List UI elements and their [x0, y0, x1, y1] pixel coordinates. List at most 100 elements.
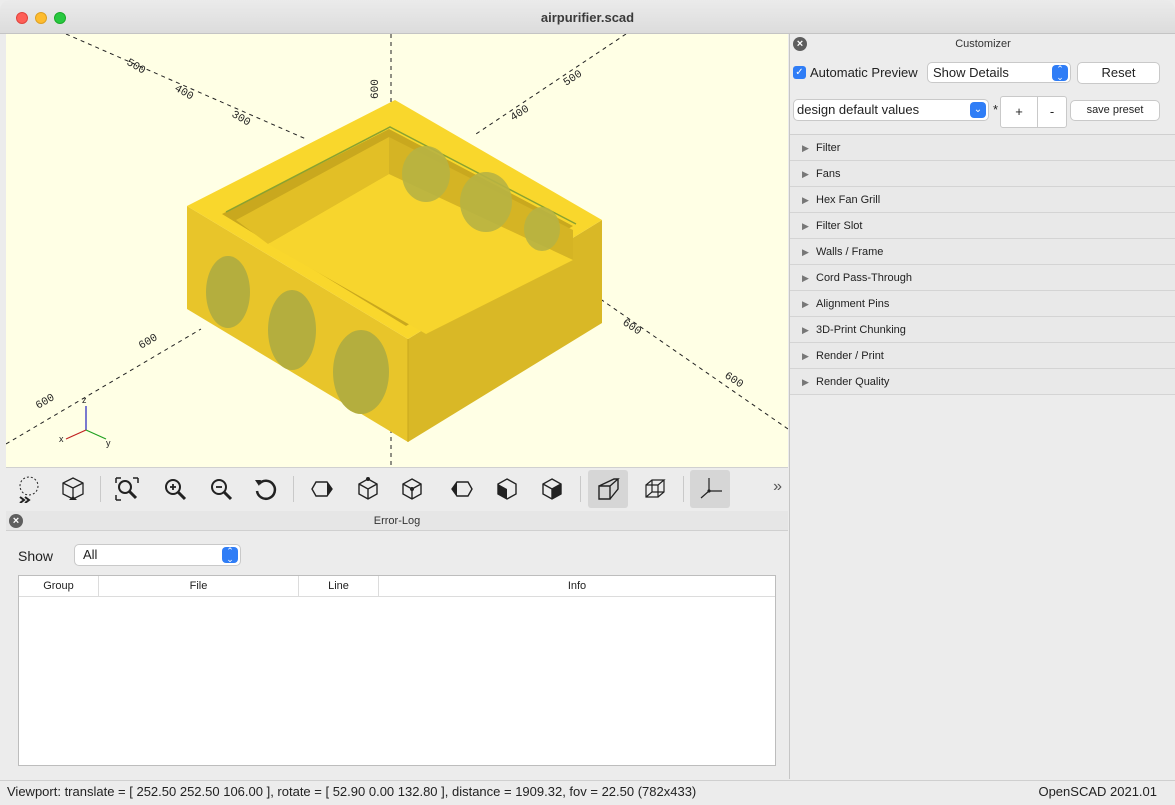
view-bottom-button[interactable] [392, 470, 432, 508]
preview-icon [19, 476, 39, 503]
preset-modified-marker: * [993, 102, 999, 117]
chevron-down-icon: ⌄ [970, 102, 986, 118]
axis-gizmo: z x y [59, 395, 111, 448]
group-label: Render Quality [816, 376, 890, 388]
3d-viewport[interactable]: 600 500 400 300 500 400 600 600 600 600 [6, 34, 788, 467]
orthogonal-button[interactable] [635, 470, 675, 508]
tick-label-y-400: 400 [509, 103, 532, 124]
disclosure-triangle-icon: ▶ [802, 247, 809, 257]
preset-select-value: design default values [797, 102, 920, 117]
gizmo-x-label: x [59, 434, 64, 444]
details-select-value: Show Details [933, 65, 1009, 80]
preset-select[interactable]: design default values ⌄ [793, 99, 989, 121]
orthogonal-icon [645, 479, 666, 498]
window-title: airpurifier.scad [540, 10, 635, 25]
zoom-in-icon [165, 479, 187, 501]
app-window: airpurifier.scad 600 500 400 300 500 400 [0, 0, 1175, 805]
disclosure-triangle-icon: ▶ [802, 143, 809, 153]
zoom-out-icon [211, 479, 233, 501]
view-bottom-icon [402, 478, 422, 500]
air-purifier-model [187, 100, 602, 442]
view-back-button[interactable] [532, 470, 572, 508]
column-header-file[interactable]: File [99, 576, 299, 597]
group-filter[interactable]: ▶ Filter [790, 135, 1175, 161]
render-button[interactable] [53, 470, 93, 508]
tick-label-x-300: 300 [229, 109, 252, 129]
column-header-group[interactable]: Group [19, 576, 99, 597]
tick-label-x-600b: 600 [137, 332, 160, 352]
error-table-header: Group File Line Info [19, 576, 775, 597]
tick-label-y-600b: 600 [722, 370, 745, 391]
save-preset-button[interactable]: save preset [1070, 100, 1160, 121]
select-arrows-icon: ⌃ ⌄ [1052, 65, 1068, 82]
select-arrows-icon: ⌃ ⌄ [222, 547, 238, 564]
title-bar: airpurifier.scad [0, 0, 1175, 34]
tick-label-z-500: 600 [370, 79, 382, 99]
error-log-panel: × Error-Log Show All ⌃ ⌄ Group File Line … [6, 511, 788, 778]
group-alignment-pins[interactable]: ▶ Alignment Pins [790, 291, 1175, 317]
gizmo-z-label: z [82, 395, 87, 405]
view-right-icon [311, 481, 333, 497]
details-select[interactable]: Show Details ⌃ ⌄ [927, 62, 1071, 83]
preview-button[interactable] [9, 470, 49, 508]
status-bar: Viewport: translate = [ 252.50 252.50 10… [0, 780, 1175, 805]
group-label: Fans [816, 168, 841, 180]
view-top-button[interactable] [348, 470, 388, 508]
disclosure-triangle-icon: ▶ [802, 299, 809, 309]
reset-button[interactable]: Reset [1077, 62, 1160, 84]
view-front-icon [497, 478, 517, 500]
view-left-icon [451, 481, 473, 497]
customizer-title-text: Customizer [955, 38, 1011, 50]
reset-view-icon [255, 479, 277, 500]
tick-label-x-500: 500 [124, 57, 147, 77]
tick-label-x-400: 400 [172, 83, 195, 103]
view-toolbar: » [6, 467, 788, 509]
group-render-quality[interactable]: ▶ Render Quality [790, 369, 1175, 395]
show-filter-value: All [83, 547, 98, 562]
group-cord-pass-through[interactable]: ▶ Cord Pass-Through [790, 265, 1175, 291]
remove-preset-button[interactable]: - [1037, 96, 1067, 128]
customizer-panel: × Customizer ✓ Automatic Preview Show De… [789, 34, 1175, 779]
zoom-in-button[interactable] [155, 470, 195, 508]
group-filter-slot[interactable]: ▶ Filter Slot [790, 213, 1175, 239]
group-label: Hex Fan Grill [816, 194, 881, 206]
group-label: Filter Slot [816, 220, 863, 232]
reset-view-button[interactable] [246, 470, 286, 508]
close-icon[interactable]: × [793, 37, 807, 51]
group-label: Cord Pass-Through [816, 272, 912, 284]
view-right-button[interactable] [302, 470, 342, 508]
perspective-button[interactable] [588, 470, 628, 508]
error-table[interactable]: Group File Line Info [18, 575, 776, 766]
view-back-icon [542, 478, 562, 500]
render-icon [62, 477, 84, 500]
zoom-out-button[interactable] [201, 470, 241, 508]
column-header-line[interactable]: Line [299, 576, 379, 597]
automatic-preview-label[interactable]: Automatic Preview [810, 65, 918, 80]
tick-label-y-500: 500 [562, 68, 585, 89]
customizer-title: × Customizer [790, 34, 1175, 54]
group-label: Walls / Frame [816, 246, 884, 258]
version-text: OpenSCAD 2021.01 [1038, 784, 1157, 799]
add-preset-button[interactable]: + [1000, 96, 1038, 128]
close-icon[interactable]: × [9, 514, 23, 528]
disclosure-triangle-icon: ▶ [802, 377, 809, 387]
toolbar-overflow-button[interactable]: » [773, 478, 782, 496]
group-render-print[interactable]: ▶ Render / Print [790, 343, 1175, 369]
group-hex-fan-grill[interactable]: ▶ Hex Fan Grill [790, 187, 1175, 213]
view-all-button[interactable] [107, 470, 147, 508]
column-header-info[interactable]: Info [379, 576, 775, 597]
group-walls-frame[interactable]: ▶ Walls / Frame [790, 239, 1175, 265]
automatic-preview-checkbox[interactable]: ✓ [793, 66, 806, 79]
group-fans[interactable]: ▶ Fans [790, 161, 1175, 187]
group-3d-print-chunking[interactable]: ▶ 3D-Print Chunking [790, 317, 1175, 343]
group-label: 3D-Print Chunking [816, 324, 906, 336]
view-left-button[interactable] [442, 470, 482, 508]
group-label: Render / Print [816, 350, 884, 362]
show-axes-button[interactable] [690, 470, 730, 508]
perspective-icon [598, 478, 620, 500]
view-front-button[interactable] [487, 470, 527, 508]
tick-label-y-600: 600 [620, 317, 643, 338]
error-log-title: × Error-Log [6, 511, 788, 531]
axes-icon [700, 478, 722, 499]
show-filter-select[interactable]: All ⌃ ⌄ [74, 544, 241, 566]
